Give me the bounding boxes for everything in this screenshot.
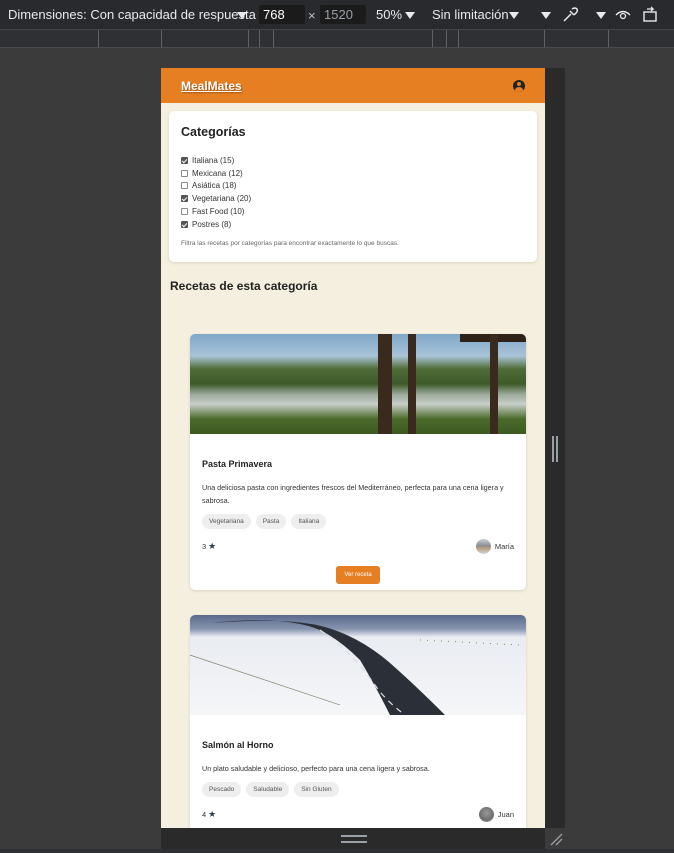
category-label: Postres (8) bbox=[192, 219, 232, 229]
devtools-footer bbox=[0, 849, 674, 853]
category-option[interactable]: Postres (8) bbox=[181, 218, 525, 231]
ruler-tick bbox=[248, 30, 249, 47]
ruler-tick bbox=[458, 30, 459, 47]
recipe-image bbox=[190, 615, 526, 715]
recipe-meta: 3 ★ María bbox=[202, 539, 514, 554]
tag[interactable]: Pasta bbox=[255, 514, 287, 529]
ruler-tick bbox=[544, 30, 545, 47]
settings-caret-icon[interactable] bbox=[596, 12, 606, 19]
category-option[interactable]: Vegetariana (20) bbox=[181, 192, 525, 205]
category-checkbox[interactable] bbox=[181, 182, 188, 190]
category-option[interactable]: Italiana (15) bbox=[181, 154, 525, 167]
dimensions-dropdown[interactable]: Dimensiones: Con capacidad de respuesta bbox=[8, 7, 256, 22]
category-label: Fast Food (10) bbox=[192, 207, 245, 217]
avatar bbox=[475, 539, 491, 554]
dimensions-caret-icon[interactable] bbox=[237, 12, 247, 19]
avatar bbox=[478, 807, 494, 822]
author[interactable]: Juan bbox=[478, 807, 514, 822]
more-caret-icon[interactable] bbox=[541, 12, 551, 19]
width-input[interactable]: 768 bbox=[259, 5, 305, 24]
tag-list: Vegetariana Pasta Italiana bbox=[202, 514, 514, 529]
author[interactable]: María bbox=[475, 539, 514, 554]
category-filter-card: Categorías Italiana (15) Mexicana (12) Asi… bbox=[169, 111, 537, 262]
times-icon: × bbox=[308, 8, 316, 23]
author-name: Juan bbox=[497, 810, 514, 819]
tag[interactable]: Pescado bbox=[202, 782, 242, 797]
ruler-tick bbox=[259, 30, 260, 47]
tag[interactable]: Vegetariana bbox=[202, 514, 251, 529]
filter-hint: Filtra las recetas por categorías para e… bbox=[181, 239, 399, 247]
zoom-caret-icon[interactable] bbox=[405, 12, 415, 19]
device-viewport: MealMates Categorías Italiana (15) Mexica… bbox=[161, 68, 545, 828]
category-option[interactable]: Fast Food (10) bbox=[181, 205, 525, 218]
category-label: Italiana (15) bbox=[192, 155, 235, 165]
category-checkbox[interactable] bbox=[181, 195, 188, 203]
filter-title: Categorías bbox=[181, 125, 246, 139]
recipe-meta: 4 ★ Juan bbox=[202, 807, 514, 822]
tag[interactable]: Italiana bbox=[291, 514, 327, 529]
tag[interactable]: Saludable bbox=[246, 782, 290, 797]
category-list: Italiana (15) Mexicana (12) Asiática (18) V… bbox=[181, 154, 525, 231]
media-query-ruler[interactable] bbox=[0, 29, 674, 47]
sensor-eye-icon[interactable] bbox=[614, 6, 632, 24]
ruler-tick bbox=[608, 30, 609, 47]
recipe-card[interactable]: Salmón al Horno Un plato saludable y del… bbox=[190, 615, 526, 828]
tag[interactable]: Sin Gluten bbox=[294, 782, 339, 797]
height-input[interactable]: 1520 bbox=[320, 5, 366, 24]
category-checkbox[interactable] bbox=[181, 208, 188, 216]
recipe-name[interactable]: Pasta Primavera bbox=[202, 459, 514, 469]
star-icon: ★ bbox=[208, 541, 217, 551]
brand-logo[interactable]: MealMates bbox=[181, 79, 242, 93]
resize-handle-right[interactable] bbox=[552, 436, 558, 462]
eyedropper-icon[interactable] bbox=[561, 6, 579, 24]
category-label: Vegetariana (20) bbox=[192, 194, 252, 204]
category-label: Mexicana (12) bbox=[192, 168, 243, 178]
ruler-tick bbox=[98, 30, 99, 47]
ruler-tick bbox=[161, 30, 162, 47]
tag-list: Pescado Saludable Sin Gluten bbox=[202, 782, 514, 797]
app-header: MealMates bbox=[161, 68, 545, 103]
user-account-icon[interactable] bbox=[513, 79, 525, 92]
recipe-name[interactable]: Salmón al Horno bbox=[202, 740, 514, 750]
throttle-dropdown[interactable]: Sin limitación bbox=[432, 7, 509, 22]
zoom-dropdown[interactable]: 50% bbox=[376, 7, 402, 22]
category-checkbox[interactable] bbox=[181, 156, 188, 164]
star-icon: ★ bbox=[208, 809, 217, 819]
rating-value: 4 bbox=[202, 810, 207, 819]
recipe-card[interactable]: Pasta Primavera Una deliciosa pasta con … bbox=[190, 334, 526, 590]
resize-corner-icon[interactable] bbox=[549, 832, 563, 846]
resize-handle-bottom[interactable] bbox=[341, 835, 367, 843]
devtools-toolbar: Dimensiones: Con capacidad de respuesta … bbox=[0, 0, 674, 29]
rating: 4 ★ bbox=[202, 809, 216, 820]
divider bbox=[0, 47, 674, 48]
recipe-image bbox=[190, 334, 526, 434]
ruler-tick bbox=[273, 30, 274, 47]
category-checkbox[interactable] bbox=[181, 220, 188, 228]
author-name: María bbox=[494, 542, 514, 551]
rotate-device-icon[interactable] bbox=[641, 6, 659, 24]
recipe-description: Una deliciosa pasta con ingredientes fre… bbox=[202, 483, 504, 505]
category-checkbox[interactable] bbox=[181, 169, 188, 177]
throttle-caret-icon[interactable] bbox=[509, 12, 519, 19]
category-option[interactable]: Asiática (18) bbox=[181, 180, 525, 193]
category-label: Asiática (18) bbox=[192, 181, 237, 191]
view-recipe-button[interactable]: Ver receta bbox=[336, 566, 380, 584]
category-option[interactable]: Mexicana (12) bbox=[181, 167, 525, 180]
rating: 3 ★ bbox=[202, 541, 216, 552]
ruler-tick bbox=[432, 30, 433, 47]
recipe-description: Un plato saludable y delicioso, perfecto… bbox=[202, 764, 430, 773]
ruler-tick bbox=[446, 30, 447, 47]
section-title: Recetas de esta categoría bbox=[170, 279, 318, 293]
rating-value: 3 bbox=[202, 542, 207, 551]
